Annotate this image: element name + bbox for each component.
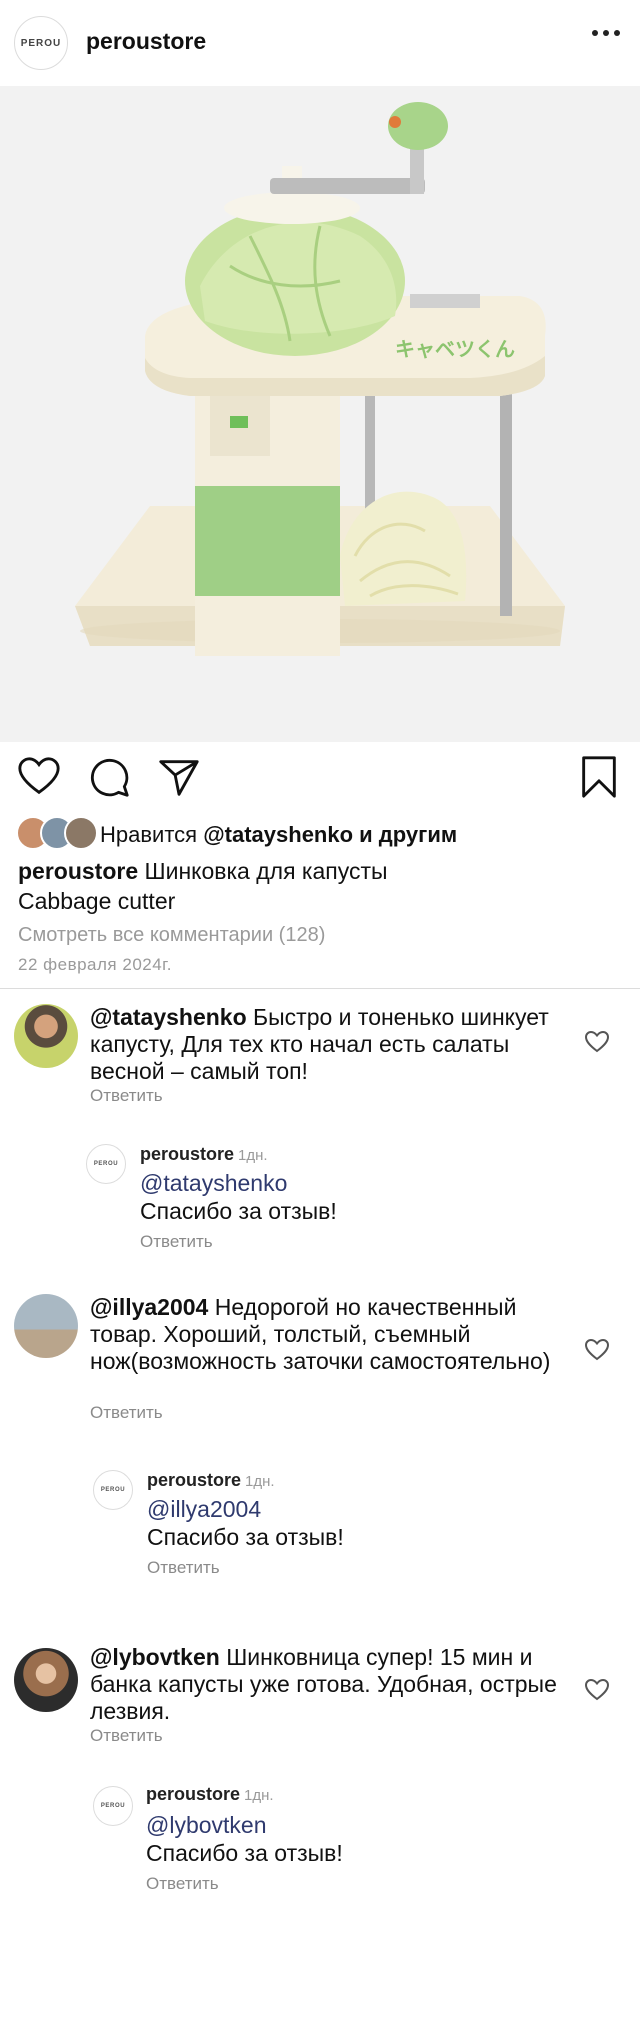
bookmark-icon[interactable] bbox=[576, 754, 622, 800]
reply-mention[interactable]: @tatayshenko bbox=[140, 1170, 287, 1197]
store-logo-text: PEROU bbox=[20, 37, 62, 49]
comment-username[interactable]: @illya2004 bbox=[90, 1294, 208, 1320]
action-bar bbox=[0, 742, 640, 818]
likes-user[interactable]: @tatayshenko bbox=[203, 822, 353, 847]
reply-text: Спасибо за отзыв! bbox=[147, 1524, 344, 1550]
caption-username[interactable]: peroustore bbox=[18, 858, 138, 884]
likes-row[interactable]: Нравится @tatayshenko и другим bbox=[16, 814, 616, 850]
post-username[interactable]: peroustore bbox=[86, 28, 206, 55]
commenter-avatar[interactable] bbox=[14, 1294, 78, 1358]
comment-text: @lybovtken Шинковница супер! 15 мин и ба… bbox=[90, 1644, 560, 1725]
reply-time: 1дн. bbox=[244, 1787, 274, 1804]
commenter-avatar[interactable] bbox=[14, 1004, 78, 1068]
reply-text: Спасибо за отзыв! bbox=[140, 1198, 337, 1224]
reply-username[interactable]: peroustore 1дн. bbox=[146, 1784, 274, 1805]
divider bbox=[0, 988, 640, 989]
store-logo-text: PEROU bbox=[93, 1161, 119, 1167]
reply-time: 1дн. bbox=[245, 1473, 275, 1490]
reply-username[interactable]: peroustore 1дн. bbox=[147, 1470, 275, 1491]
svg-text:キャベツくん: キャベツくん bbox=[395, 339, 515, 361]
caption-text: Шинковка для капусты bbox=[144, 858, 388, 884]
caption-line2: Cabbage cutter bbox=[18, 888, 176, 914]
view-all-comments[interactable]: Смотреть все комментарии (128) bbox=[18, 924, 325, 947]
reply-button[interactable]: Ответить bbox=[90, 1086, 163, 1106]
comment-like-icon[interactable] bbox=[584, 1678, 610, 1702]
comment-like-icon[interactable] bbox=[584, 1338, 610, 1362]
reply-button[interactable]: Ответить bbox=[90, 1403, 163, 1423]
reply-username[interactable]: peroustore 1дн. bbox=[140, 1144, 268, 1165]
commenter-avatar[interactable] bbox=[14, 1648, 78, 1712]
store-avatar[interactable]: PEROU bbox=[14, 16, 68, 70]
comment-username[interactable]: @tatayshenko bbox=[90, 1004, 247, 1030]
likes-text: Нравится @tatayshenko и другим bbox=[100, 822, 457, 848]
liker-avatar bbox=[64, 816, 98, 850]
store-avatar-small[interactable]: PEROU bbox=[86, 1144, 126, 1184]
post-caption: peroustore Шинковка для капусты Cabbage … bbox=[18, 856, 618, 916]
reply-button[interactable]: Ответить bbox=[147, 1558, 220, 1578]
reply-mention[interactable]: @lybovtken bbox=[146, 1812, 267, 1839]
reply-button[interactable]: Ответить bbox=[140, 1232, 213, 1252]
store-avatar-small[interactable]: PEROU bbox=[93, 1470, 133, 1510]
reply-button[interactable]: Ответить bbox=[146, 1874, 219, 1894]
heart-icon[interactable] bbox=[16, 754, 62, 800]
likes-prefix: Нравится bbox=[100, 822, 198, 847]
store-avatar-small[interactable]: PEROU bbox=[93, 1786, 133, 1826]
comment-text: @illya2004 Недорогой но качественный тов… bbox=[90, 1294, 560, 1375]
post-header: PEROU peroustore bbox=[0, 0, 640, 86]
liked-by-avatars bbox=[16, 814, 98, 850]
reply-text: Спасибо за отзыв! bbox=[146, 1840, 343, 1866]
reply-mention[interactable]: @illya2004 bbox=[147, 1496, 261, 1523]
post-date: 22 февраля 2024г. bbox=[18, 955, 173, 974]
likes-suffix: и другим bbox=[359, 822, 458, 847]
store-logo-text: PEROU bbox=[100, 1803, 126, 1809]
share-icon[interactable] bbox=[156, 754, 202, 800]
post-image[interactable]: キャベツくん bbox=[0, 86, 640, 742]
store-logo-text: PEROU bbox=[100, 1487, 126, 1493]
comment-username[interactable]: @lybovtken bbox=[90, 1644, 220, 1670]
comment-icon[interactable] bbox=[86, 754, 132, 800]
comment-like-icon[interactable] bbox=[584, 1030, 610, 1054]
reply-time: 1дн. bbox=[238, 1147, 268, 1164]
more-horizontal-icon[interactable] bbox=[592, 30, 620, 36]
cabbage-cutter-illustration: キャベツくん bbox=[0, 86, 640, 742]
reply-button[interactable]: Ответить bbox=[90, 1726, 163, 1746]
comment-text: @tatayshenko Быстро и тоненько шинкует к… bbox=[90, 1004, 560, 1085]
